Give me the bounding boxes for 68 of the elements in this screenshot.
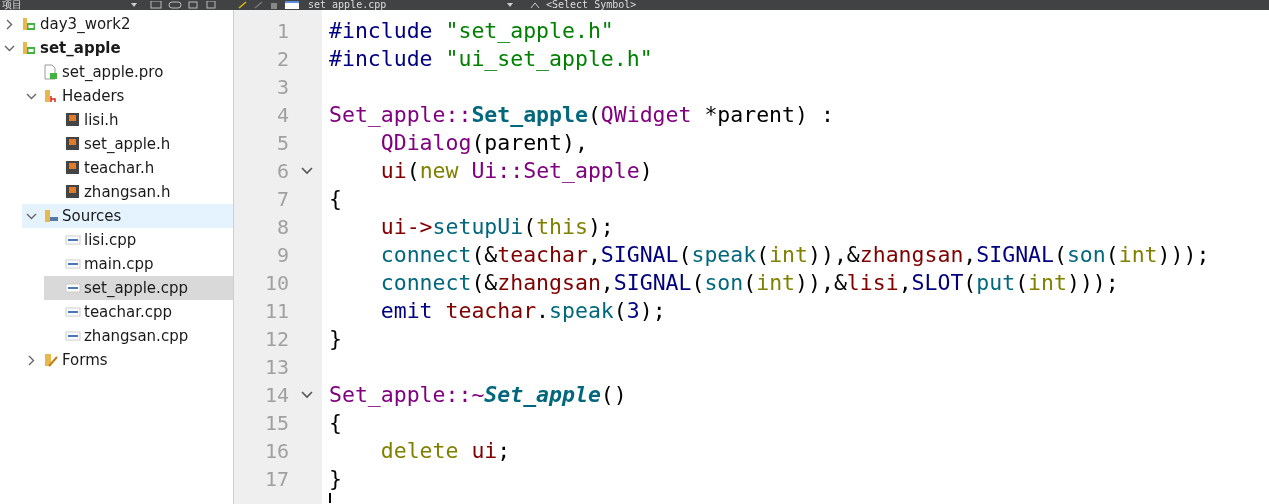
code-line: connect(&zhangsan,SIGNAL(son(int)),&lisi,SLOT(put(int))); <box>379 269 1119 297</box>
header-folder-icon <box>43 88 59 104</box>
project-folder-icon <box>21 16 37 32</box>
code-line: Set_apple::~Set_apple() <box>329 381 627 409</box>
code-line: emit teachar.speak(3); <box>379 297 666 325</box>
tree-item[interactable]: Sources <box>22 204 233 228</box>
code-line: #include "set_apple.h" <box>329 17 614 45</box>
cpp-file-icon <box>65 256 81 272</box>
code-line: connect(&teachar,SIGNAL(speak(int)),&zhangsan,SIGNAL(son(int))); <box>379 241 1210 269</box>
line-number: 11 <box>263 299 289 323</box>
tree-item[interactable]: Headers <box>22 84 233 108</box>
tree-item[interactable]: teachar.h <box>44 156 233 180</box>
line-number: 9 <box>275 243 289 267</box>
line-number: 4 <box>275 103 289 127</box>
tree-item[interactable]: set_apple <box>0 36 233 60</box>
tree-item[interactable]: set_apple.pro <box>22 60 233 84</box>
code-line: delete ui; <box>379 437 511 465</box>
tree-item[interactable]: zhangsan.h <box>44 180 233 204</box>
dropdown-caret-icon <box>130 2 138 8</box>
file-name[interactable]: set_apple.cpp <box>308 0 498 10</box>
tree-item[interactable]: teachar.cpp <box>44 300 233 324</box>
tree-item[interactable]: set_apple.cpp <box>44 276 233 300</box>
tree-item[interactable]: lisi.h <box>44 108 233 132</box>
tree-item[interactable]: day3_work2 <box>0 12 233 36</box>
line-number: 15 <box>263 411 289 435</box>
cpp-file-icon <box>284 1 300 9</box>
line-number: 6 <box>275 159 289 183</box>
cpp-file-icon <box>65 328 81 344</box>
line-number: 1 <box>275 19 289 43</box>
line-number: 12 <box>263 327 289 351</box>
code-line: { <box>329 409 342 437</box>
code-line: } <box>329 465 342 493</box>
header-file-icon <box>65 136 81 152</box>
symbol-selector[interactable]: <Select Symbol> <box>546 0 637 10</box>
panel-title: 项目 <box>2 0 23 10</box>
project-folder-icon <box>21 40 37 56</box>
cpp-file-icon <box>65 232 81 248</box>
tree-item[interactable]: zhangsan.cpp <box>44 324 233 348</box>
tree-item[interactable]: main.cpp <box>44 252 233 276</box>
line-number: 8 <box>275 215 289 239</box>
code-line: #include "ui_set_apple.h" <box>329 45 653 73</box>
line-number: 16 <box>263 439 289 463</box>
line-number: 5 <box>275 131 289 155</box>
code-line: } <box>329 325 342 353</box>
line-number: 3 <box>275 75 289 99</box>
code-line: QDialog(parent), <box>379 129 588 157</box>
header-file-icon <box>65 184 81 200</box>
forms-folder-icon <box>43 352 59 368</box>
code-line: { <box>329 185 342 213</box>
code-line: Set_apple::Set_apple(QWidget *parent) : <box>329 101 834 129</box>
dropdown-caret-icon <box>506 2 514 8</box>
tree-item[interactable]: set_apple.h <box>44 132 233 156</box>
code-line: ui(new Ui::Set_apple) <box>379 157 653 185</box>
line-number: 7 <box>275 187 289 211</box>
line-number: 14 <box>263 383 289 407</box>
source-folder-icon <box>43 208 59 224</box>
line-number: 10 <box>263 271 289 295</box>
tree-item[interactable]: Forms <box>22 348 233 372</box>
header-file-icon <box>65 160 81 176</box>
line-number: 2 <box>275 47 289 71</box>
project-file-icon <box>43 64 59 80</box>
line-number: 13 <box>263 355 289 379</box>
cpp-file-icon <box>65 304 81 320</box>
cpp-file-icon <box>65 280 81 296</box>
line-number: 17 <box>263 467 289 491</box>
tree-item[interactable]: lisi.cpp <box>44 228 233 252</box>
code-line: ui->setupUi(this); <box>379 213 614 241</box>
header-file-icon <box>65 112 81 128</box>
